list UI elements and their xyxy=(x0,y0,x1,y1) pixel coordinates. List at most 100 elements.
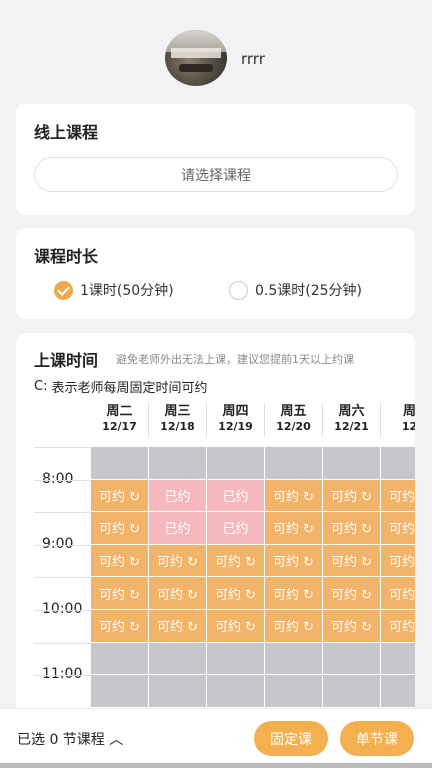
time-divider xyxy=(34,479,91,481)
slot-unavailable xyxy=(381,447,415,480)
day-header: 周二 12/17 xyxy=(91,403,149,437)
slot-available[interactable]: 可约 ↻ xyxy=(265,479,323,513)
day-name: 周三 xyxy=(164,404,191,419)
slot-unavailable xyxy=(265,675,323,708)
time-divider xyxy=(34,610,91,611)
slot-booked: 已约 xyxy=(149,512,207,545)
day-date: 12 xyxy=(401,420,415,433)
recurring-icon: C: xyxy=(34,379,48,394)
day-header: 周四 12/19 xyxy=(207,403,265,437)
slot-unavailable xyxy=(91,642,149,676)
slot-row: 可约 ↻可约 ↻可约 ↻可约 ↻可约 ↻可约 ↻ xyxy=(91,577,415,610)
username: rrrr xyxy=(241,50,265,68)
online-course-card: 线上课程 请选择课程 xyxy=(16,104,415,215)
selected-count[interactable]: 已选 0 节课程 ︿ xyxy=(17,729,123,749)
time-divider xyxy=(34,577,91,579)
course-select[interactable]: 请选择课程 xyxy=(34,157,398,192)
slot-available[interactable]: 可约 ↻ xyxy=(207,609,265,643)
slot-available[interactable]: 可约 ↻ xyxy=(381,479,415,513)
time-divider xyxy=(34,512,91,514)
day-name: 周六 xyxy=(338,404,365,419)
slot-available[interactable]: 可约 ↻ xyxy=(323,609,381,643)
time-divider xyxy=(34,447,91,448)
slot-row: 可约 ↻可约 ↻可约 ↻可约 ↻可约 ↻可约 ↻ xyxy=(91,609,415,643)
slot-available[interactable]: 可约 ↻ xyxy=(323,479,381,513)
slot-available[interactable]: 可约 ↻ xyxy=(91,609,149,643)
slot-available[interactable]: 可约 ↻ xyxy=(149,609,207,643)
slot-unavailable xyxy=(91,447,149,480)
slot-unavailable xyxy=(149,642,207,676)
day-date: 12/18 xyxy=(160,420,195,433)
day-header-row: 周二 12/17 周三 12/18 周四 12/19 周五 12/20 周六 12/21 周 12 xyxy=(91,403,415,437)
slot-available[interactable]: 可约 ↻ xyxy=(381,544,415,578)
slot-available[interactable]: 可约 ↻ xyxy=(381,512,415,545)
single-course-button[interactable]: 单节课 xyxy=(340,721,414,756)
slot-row xyxy=(91,675,415,708)
slot-available[interactable]: 可约 ↻ xyxy=(149,544,207,578)
slot-available[interactable]: 可约 ↻ xyxy=(91,577,149,610)
slot-available[interactable]: 可约 ↻ xyxy=(149,577,207,610)
home-indicator xyxy=(0,763,432,768)
day-name: 周 xyxy=(402,404,415,419)
slot-available[interactable]: 可约 ↻ xyxy=(265,544,323,578)
day-header: 周三 12/18 xyxy=(149,403,207,437)
duration-option-label: 0.5课时(25分钟) xyxy=(255,283,363,299)
slot-unavailable xyxy=(323,447,381,480)
slot-available[interactable]: 可约 ↻ xyxy=(323,577,381,610)
slot-row: 可约 ↻可约 ↻可约 ↻可约 ↻可约 ↻可约 ↻ xyxy=(91,544,415,578)
slot-available[interactable]: 可约 ↻ xyxy=(265,609,323,643)
time-label: 8:00 xyxy=(42,470,74,487)
slot-available[interactable]: 可约 ↻ xyxy=(207,544,265,578)
day-name: 周四 xyxy=(222,404,249,419)
slot-available[interactable]: 可约 ↻ xyxy=(91,479,149,513)
slot-unavailable xyxy=(381,675,415,708)
schedule-hint: 避免老师外出无法上课，建议您提前1天以上约课 xyxy=(116,353,354,366)
duration-option-1[interactable]: 1课时(50分钟) xyxy=(54,280,174,300)
slot-available[interactable]: 可约 ↻ xyxy=(91,512,149,545)
avatar[interactable] xyxy=(165,30,227,86)
slot-available[interactable]: 可约 ↻ xyxy=(381,609,415,643)
duration-option-2[interactable]: 0.5课时(25分钟) xyxy=(229,280,362,300)
slot-row: 可约 ↻已约已约可约 ↻可约 ↻可约 ↻ xyxy=(91,479,415,513)
radio-checked-icon[interactable] xyxy=(54,280,73,300)
legend-text: 表示老师每周固定时间可约 xyxy=(51,381,208,396)
day-date: 12/17 xyxy=(102,420,137,433)
slot-available[interactable]: 可约 ↻ xyxy=(91,544,149,578)
slot-unavailable xyxy=(381,642,415,676)
duration-title: 课程时长 xyxy=(34,247,99,266)
fixed-course-button[interactable]: 固定课 xyxy=(254,721,328,756)
slot-row xyxy=(91,642,415,676)
slot-booked: 已约 xyxy=(207,512,265,545)
slot-available[interactable]: 可约 ↻ xyxy=(265,512,323,545)
day-name: 周二 xyxy=(106,404,133,419)
slot-available[interactable]: 可约 ↻ xyxy=(323,544,381,578)
schedule-legend: C: 表示老师每周固定时间可约 xyxy=(34,377,207,396)
time-label: 9:00 xyxy=(42,535,74,552)
duration-option-label: 1课时(50分钟) xyxy=(80,283,174,299)
schedule-grid-container[interactable]: 周二 12/17 周三 12/18 周四 12/19 周五 12/20 周六 12/21 周 12 8… xyxy=(16,403,415,713)
slot-unavailable xyxy=(323,675,381,708)
day-date: 12/20 xyxy=(276,420,311,433)
bottom-bar: 已选 0 节课程 ︿ 固定课 单节课 xyxy=(0,708,432,768)
slot-unavailable xyxy=(149,675,207,708)
slot-row: 可约 ↻已约已约可约 ↻可约 ↻可约 ↻ xyxy=(91,512,415,545)
slot-booked: 已约 xyxy=(207,479,265,513)
time-divider xyxy=(34,642,91,644)
schedule-card: 上课时间 避免老师外出无法上课，建议您提前1天以上约课 C: 表示老师每周固定时… xyxy=(16,333,415,713)
day-date: 12/21 xyxy=(334,420,369,433)
day-header: 周六 12/21 xyxy=(323,403,381,437)
slot-available[interactable]: 可约 ↻ xyxy=(323,512,381,545)
slot-available[interactable]: 可约 ↻ xyxy=(265,577,323,610)
time-divider xyxy=(34,544,91,546)
slot-unavailable xyxy=(265,447,323,480)
time-label: 11:00 xyxy=(42,666,83,683)
slot-unavailable xyxy=(149,447,207,480)
slot-unavailable xyxy=(207,675,265,708)
slot-available[interactable]: 可约 ↻ xyxy=(381,577,415,610)
day-header: 周五 12/20 xyxy=(265,403,323,437)
day-name: 周五 xyxy=(280,404,307,419)
slot-available[interactable]: 可约 ↻ xyxy=(207,577,265,610)
radio-unchecked-icon[interactable] xyxy=(229,280,248,300)
profile-header: rrrr xyxy=(0,0,432,100)
time-label: 10:00 xyxy=(42,601,83,617)
